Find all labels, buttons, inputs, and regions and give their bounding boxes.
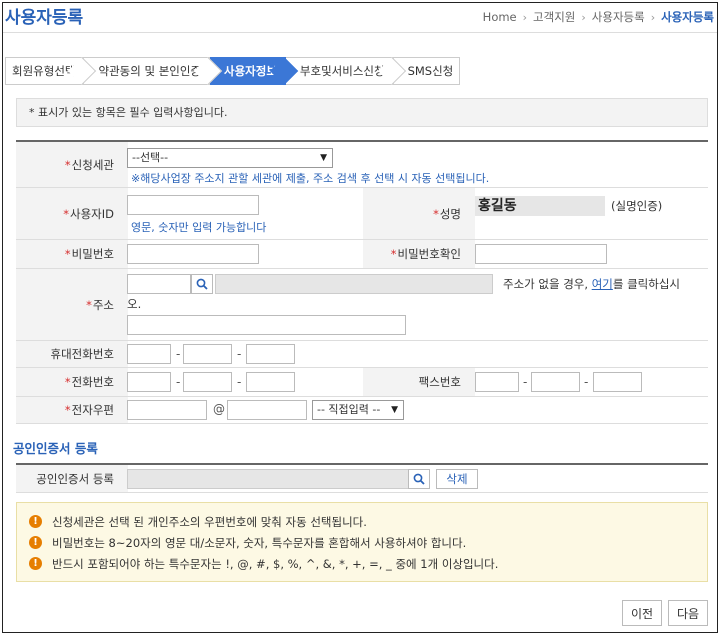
mobile-part1-input[interactable]	[127, 344, 171, 364]
fax-label: 팩스번호	[363, 368, 475, 396]
breadcrumb: Home › 고객지원 › 사용자등록 › 사용자등록	[483, 9, 714, 25]
email-domain-input[interactable]	[227, 400, 307, 420]
chevron-right-icon: ›	[581, 10, 586, 24]
caret-down-icon: ▼	[320, 153, 327, 163]
address-line1-input	[215, 274, 493, 294]
breadcrumb-current: 사용자등록	[661, 10, 714, 24]
step-member-type: 회원유형선택	[5, 56, 97, 86]
user-id-label: * 사용자ID	[16, 188, 128, 239]
cert-section-title: 공인인증서 등록	[13, 441, 98, 456]
breadcrumb-register[interactable]: 사용자등록	[592, 9, 645, 25]
zip-code-input[interactable]	[127, 274, 191, 294]
address-note-wrap: 오.	[127, 297, 142, 311]
email-local-input[interactable]	[127, 400, 207, 420]
chevron-right-icon: ›	[650, 10, 656, 24]
phone-label: * 전화번호	[16, 368, 128, 396]
warning-box: ! 신청세관은 선택 된 개인주소의 우편번호에 맞춰 자동 선택됩니다. ! …	[16, 502, 708, 582]
step-code-service: 부호및서비스신청	[285, 56, 406, 86]
required-notice: * 표시가 있는 항목은 필수 입력사항입니다.	[16, 98, 708, 127]
fax-part2-input[interactable]	[531, 372, 580, 392]
row-email: * 전자우편 @ -- 직접입력 -- ▼	[16, 397, 708, 424]
row-id-name: * 사용자ID 영문, 숫자만 입력 가능합니다 * 성명 홍길동 (실명인증)	[16, 188, 708, 240]
page-title: 사용자등록	[5, 8, 84, 28]
header-divider	[3, 32, 717, 33]
warning-icon: !	[29, 536, 42, 549]
name-verified-note: (실명인증)	[611, 199, 663, 213]
password-input[interactable]	[127, 244, 259, 264]
row-phone-fax: * 전화번호 - - 팩스번호 - -	[16, 368, 708, 397]
fax-part3-input[interactable]	[593, 372, 642, 392]
caret-down-icon: ▼	[391, 405, 398, 415]
warning-icon: !	[29, 557, 42, 570]
cert-delete-button[interactable]: 삭제	[436, 469, 478, 489]
breadcrumb-home[interactable]: Home	[483, 10, 517, 24]
cert-label: 공인인증서 등록	[16, 465, 128, 492]
office-label: * 신청세관	[16, 142, 128, 187]
mobile-part3-input[interactable]	[246, 344, 295, 364]
mobile-label: 휴대전화번호	[16, 341, 128, 367]
phone-part2-input[interactable]	[183, 372, 232, 392]
row-mobile: 휴대전화번호 - -	[16, 341, 708, 368]
phone-part3-input[interactable]	[246, 372, 295, 392]
password-confirm-label: * 비밀번호확인	[363, 240, 475, 268]
search-icon[interactable]	[191, 274, 213, 294]
step-terms-auth: 약관동의 및 본인인증	[84, 56, 223, 86]
warning-icon: !	[29, 515, 42, 528]
office-select[interactable]: --선택-- ▼	[127, 148, 333, 168]
user-id-hint: 영문, 숫자만 입력 가능합니다	[131, 221, 267, 234]
password-confirm-input[interactable]	[475, 244, 607, 264]
search-icon[interactable]	[408, 469, 430, 489]
chevron-right-icon: ›	[522, 10, 528, 24]
next-button[interactable]: 다음	[668, 600, 708, 626]
email-label: * 전자우편	[16, 397, 128, 423]
address-label: * 주소	[16, 269, 128, 340]
address-line2-input[interactable]	[127, 315, 406, 335]
phone-part1-input[interactable]	[127, 372, 171, 392]
fax-part1-input[interactable]	[475, 372, 519, 392]
warning-item: ! 신청세관은 선택 된 개인주소의 우편번호에 맞춰 자동 선택됩니다.	[29, 511, 707, 532]
warning-item: ! 반드시 포함되어야 하는 특수문자는 !, @, #, $, %, ^, &…	[29, 553, 707, 574]
prev-button[interactable]: 이전	[622, 600, 662, 626]
breadcrumb-support[interactable]: 고객지원	[533, 9, 575, 25]
row-password: * 비밀번호 * 비밀번호확인	[16, 240, 708, 269]
warning-item: ! 비밀번호는 8~20자의 영문 대/소문자, 숫자, 특수문자를 혼합해서 …	[29, 532, 707, 553]
address-note: 주소가 없을 경우, 여기를 클릭하십시	[503, 277, 680, 291]
row-office: * 신청세관 --선택-- ▼ ※해당사업장 주소지 관할 세관에 제출, 주소 …	[16, 142, 708, 188]
email-at-sign: @	[213, 402, 225, 416]
cert-input	[127, 469, 409, 489]
row-address: * 주소 주소가 없을 경우, 여기를 클릭하십시 오.	[16, 269, 708, 341]
user-id-input[interactable]	[127, 195, 259, 215]
name-field: 홍길동	[475, 196, 605, 216]
password-label: * 비밀번호	[16, 240, 128, 268]
address-here-link[interactable]: 여기	[592, 277, 613, 291]
row-cert: 공인인증서 등록 삭제	[16, 463, 708, 493]
office-hint: ※해당사업장 주소지 관할 세관에 제출, 주소 검색 후 선택 시 자동 선택…	[131, 172, 490, 185]
user-info-form: * 신청세관 --선택-- ▼ ※해당사업장 주소지 관할 세관에 제출, 주소 …	[16, 140, 708, 424]
email-domain-select[interactable]: -- 직접입력 -- ▼	[312, 400, 404, 420]
step-tabs: 회원유형선택 약관동의 및 본인인증 사용자정보 부호및서비스신청 SMS신청	[5, 56, 461, 86]
mobile-part2-input[interactable]	[183, 344, 232, 364]
